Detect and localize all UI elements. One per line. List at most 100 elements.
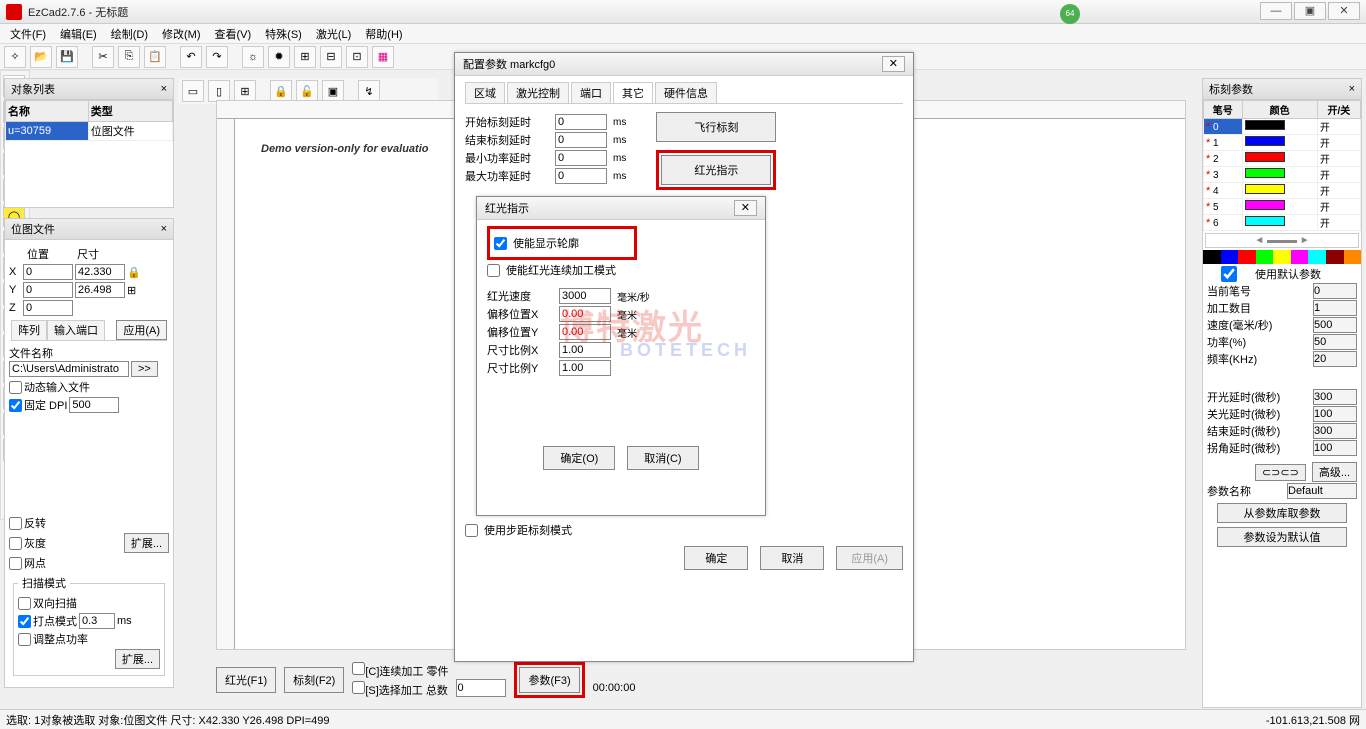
tab-area[interactable]: 区域 [465,82,505,103]
menu-item[interactable]: 文件(F) [4,24,52,44]
menu-item[interactable]: 特殊(S) [259,24,308,44]
redlight-f1-button[interactable]: 红光(F1) [216,667,276,693]
close-icon[interactable]: ✕ [882,56,905,72]
lock-icon[interactable]: 🔒 [270,80,292,102]
dlg1-ok-button[interactable]: 确定 [684,546,748,570]
menu-item[interactable]: 编辑(E) [54,24,103,44]
x-size-input[interactable] [75,264,125,280]
close-button[interactable]: ✕ [1328,2,1360,20]
offset-y-input[interactable] [559,324,611,340]
cont-process-checkbox[interactable] [352,662,365,675]
screen-checkbox[interactable] [9,557,22,570]
close-icon[interactable]: × [161,83,167,95]
sel-process-checkbox[interactable] [352,681,365,694]
gray-checkbox[interactable] [9,537,22,550]
tab-array[interactable]: 阵列 [11,320,47,340]
dpi-input[interactable] [69,397,119,413]
start-delay-input[interactable] [555,114,607,130]
unlock-icon[interactable]: 🔓 [296,80,318,102]
new-icon[interactable]: ✧ [4,46,26,68]
color-bar[interactable] [1203,250,1361,264]
minpower-delay-input[interactable] [555,150,607,166]
set-default-button[interactable]: 参数设为默认值 [1217,527,1347,547]
group-icon[interactable]: ▣ [322,80,344,102]
redlight-button[interactable]: 红光指示 [661,155,771,185]
expand2-button[interactable]: 扩展... [115,649,160,669]
pen-row[interactable]: * 0开 [1204,119,1361,135]
offdelay-input[interactable] [1313,406,1357,422]
reverse-checkbox[interactable] [9,517,22,530]
pen-row[interactable]: * 3开 [1204,167,1361,183]
tool-e-icon[interactable]: ⊡ [346,46,368,68]
fixed-dpi-checkbox[interactable] [9,399,22,412]
from-library-button[interactable]: 从参数库取参数 [1217,503,1347,523]
tool-b-icon[interactable]: ✹ [268,46,290,68]
y-size-input[interactable] [75,282,125,298]
x-pos-input[interactable] [23,264,73,280]
tab-ioport[interactable]: 输入端口 [47,320,105,340]
menu-item[interactable]: 查看(V) [209,24,258,44]
tab-other[interactable]: 其它 [613,82,653,103]
dlg1-apply-button[interactable]: 应用(A) [836,546,903,570]
tab-laser[interactable]: 激光控制 [507,82,569,103]
dotmode-input[interactable] [79,613,115,629]
file-path-input[interactable] [9,361,129,377]
scale-y-input[interactable] [559,360,611,376]
open-icon[interactable]: 📂 [30,46,52,68]
pen-row[interactable]: * 6开 [1204,215,1361,231]
lock-aspect-icon[interactable]: 🔒 [127,266,141,279]
close-icon[interactable]: ✕ [734,200,757,216]
pen-row[interactable]: * 4开 [1204,183,1361,199]
dlg1-cancel-button[interactable]: 取消 [760,546,824,570]
enddelay-input[interactable] [1313,423,1357,439]
pen-row[interactable]: * 1开 [1204,135,1361,151]
offset-x-input[interactable] [559,306,611,322]
scrollbar[interactable]: ◄ ▬▬▬ ► [1205,233,1359,248]
z-pos-input[interactable] [23,300,73,316]
ondelay-input[interactable] [1313,389,1357,405]
tool-a-icon[interactable]: ☼ [242,46,264,68]
menu-item[interactable]: 修改(M) [156,24,207,44]
param-f3-button[interactable]: 参数(F3) [519,667,579,693]
cccc-button[interactable]: ⊂⊃⊂⊃ [1255,464,1306,481]
bidir-checkbox[interactable] [18,597,31,610]
align-3-icon[interactable]: ⊞ [234,80,256,102]
tool-c-icon[interactable]: ⊞ [294,46,316,68]
dlg2-cancel-button[interactable]: 取消(C) [627,446,698,470]
paste-icon[interactable]: 📋 [144,46,166,68]
stepmark-checkbox[interactable] [465,524,478,537]
dotmode-checkbox[interactable] [18,615,31,628]
apply-button[interactable]: 应用(A) [116,320,167,340]
close-icon[interactable]: × [161,223,167,235]
power-input[interactable] [1313,334,1357,350]
dlg2-ok-button[interactable]: 确定(O) [543,446,615,470]
minimize-button[interactable]: — [1260,2,1292,20]
close-icon[interactable]: × [1349,83,1355,95]
hatch-icon[interactable]: ▦ [372,46,394,68]
align-1-icon[interactable]: ▭ [182,80,204,102]
enable-continuous-checkbox[interactable] [487,264,500,277]
cut-icon[interactable]: ✂ [92,46,114,68]
scale-x-input[interactable] [559,342,611,358]
expand1-button[interactable]: 扩展... [124,533,169,553]
copy-icon[interactable]: ⎘ [118,46,140,68]
flymark-button[interactable]: 飞行标刻 [656,112,776,142]
tool-d-icon[interactable]: ⊟ [320,46,342,68]
paramname-input[interactable] [1287,483,1357,499]
menu-item[interactable]: 激光(L) [310,24,357,44]
advanced-button[interactable]: 高级... [1312,462,1357,482]
browse-button[interactable]: >> [131,361,158,377]
align-2-icon[interactable]: ▯ [208,80,230,102]
redo-icon[interactable]: ↷ [206,46,228,68]
red-speed-input[interactable] [559,288,611,304]
y-pos-input[interactable] [23,282,73,298]
count-input[interactable] [1313,300,1357,316]
undo-icon[interactable]: ↶ [180,46,202,68]
tab-hardware[interactable]: 硬件信息 [655,82,717,103]
save-icon[interactable]: 💾 [56,46,78,68]
dynamic-input-checkbox[interactable] [9,381,22,394]
enable-outline-checkbox[interactable] [494,237,507,250]
object-row[interactable]: u=30759位图文件 [6,122,173,141]
pen-row[interactable]: * 5开 [1204,199,1361,215]
mark-f2-button[interactable]: 标刻(F2) [284,667,344,693]
